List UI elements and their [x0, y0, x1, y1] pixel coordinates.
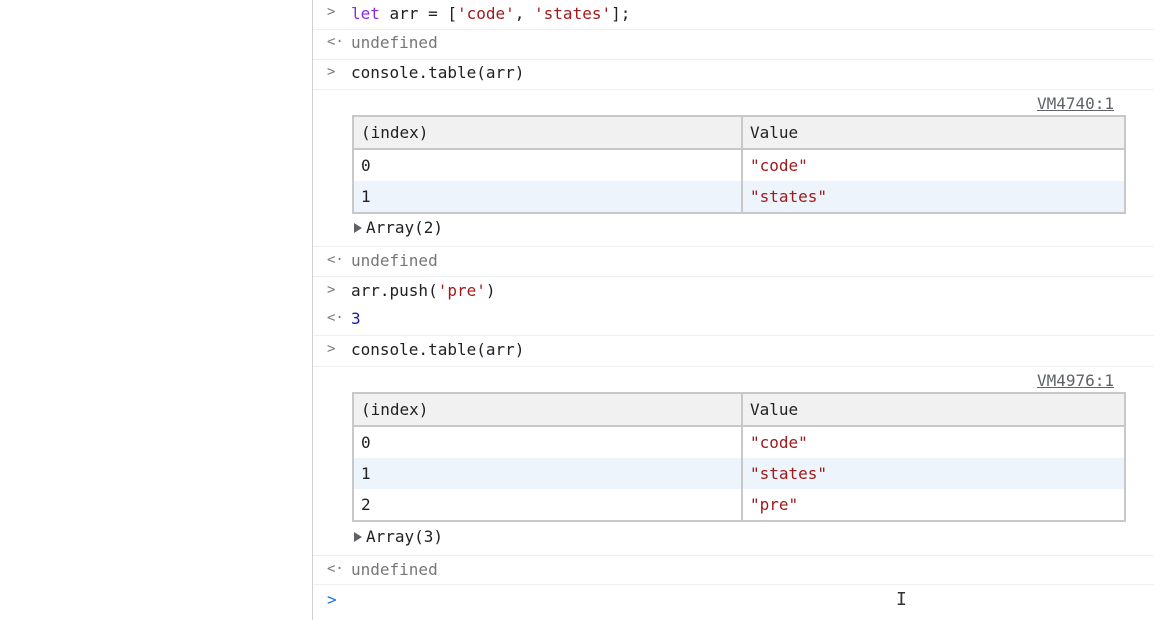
result-text: 3 [351, 309, 361, 328]
result-text: undefined [351, 560, 438, 579]
table-row: 0 "code" [353, 426, 1125, 458]
console-prompt-line[interactable]: > [313, 584, 1154, 620]
table-header-value: Value [742, 116, 1125, 150]
table-row: 0 "code" [353, 149, 1125, 181]
source-link[interactable]: VM4976:1 [1037, 371, 1114, 390]
console-result-line: <· undefined [313, 29, 1154, 60]
console-input-line: > arr.push('pre') [313, 276, 1154, 305]
table-header-index: (index) [353, 116, 743, 150]
return-arrow-icon: <· [327, 561, 344, 577]
left-blank-area [0, 0, 312, 620]
result-text: undefined [351, 33, 438, 52]
table-cell-value: "states" [742, 181, 1125, 213]
return-arrow-icon: <· [327, 310, 344, 326]
code-fragment: arr.push( [351, 281, 438, 300]
array-expander[interactable]: Array(3) [354, 527, 443, 546]
console-table: (index) Value 0 "code" 1 "states" [352, 115, 1126, 214]
chevron-right-icon: > [327, 4, 336, 20]
string-literal: 'pre' [437, 281, 486, 300]
table-row: 1 "states" [353, 181, 1125, 213]
table-cell-index: 1 [353, 458, 743, 489]
string-literal: 'code' [456, 4, 515, 23]
keyword-let: let [351, 4, 380, 23]
table-row: 1 "states" [353, 458, 1125, 489]
triangle-right-icon [354, 531, 362, 542]
code-fragment: , [514, 4, 535, 23]
table-cell-value: "code" [750, 156, 808, 175]
result-text: undefined [351, 251, 438, 270]
table-cell-index: 0 [353, 426, 743, 458]
triangle-right-icon [354, 222, 362, 233]
chevron-right-icon: > [327, 341, 336, 357]
console-table-output: VM4740:1 (index) Value 0 "code" 1 "state… [313, 89, 1154, 247]
return-arrow-icon: <· [327, 252, 344, 268]
source-link[interactable]: VM4740:1 [1037, 94, 1114, 113]
array-label: Array(2) [366, 218, 444, 237]
table-cell-index: 0 [353, 149, 743, 181]
code-text[interactable]: let arr = ['code', 'states']; [351, 4, 630, 23]
array-expander[interactable]: Array(2) [354, 218, 443, 237]
table-cell-value: "code" [750, 433, 808, 452]
console-input-line: > console.table(arr) [313, 335, 1154, 367]
table-cell-value: "pre" [750, 495, 799, 514]
code-fragment: ) [485, 281, 496, 300]
return-arrow-icon: <· [327, 34, 344, 50]
table-cell-index: 2 [353, 489, 743, 521]
table-header-value: Value [742, 393, 1125, 427]
console-input-line: > console.table(arr) [313, 59, 1154, 90]
console-result-line: <· undefined [313, 555, 1154, 585]
string-literal: 'states' [534, 4, 612, 23]
code-text[interactable]: arr.push('pre') [351, 281, 496, 300]
table-cell-value: "states" [742, 458, 1125, 489]
code-text[interactable]: console.table(arr) [351, 340, 524, 359]
devtools-console: > let arr = ['code', 'states']; <· undef… [312, 0, 1154, 620]
chevron-right-icon: > [327, 590, 337, 609]
table-cell-index: 1 [353, 181, 743, 213]
console-result-line: <· 3 [313, 305, 1154, 336]
console-result-line: <· undefined [313, 246, 1154, 277]
chevron-right-icon: > [327, 64, 336, 80]
table-row: 2 "pre" [353, 489, 1125, 521]
console-table-output: VM4976:1 (index) Value 0 "code" 1 "state… [313, 366, 1154, 556]
console-input-line: > let arr = ['code', 'states']; [313, 0, 1154, 30]
text-cursor-icon: I [896, 589, 907, 610]
table-header-index: (index) [353, 393, 743, 427]
code-fragment: ]; [611, 4, 631, 23]
code-fragment: arr = [ [379, 4, 457, 23]
chevron-right-icon: > [327, 282, 336, 298]
array-label: Array(3) [366, 527, 444, 546]
console-table: (index) Value 0 "code" 1 "states" 2 "pre… [352, 392, 1126, 522]
code-text[interactable]: console.table(arr) [351, 63, 524, 82]
